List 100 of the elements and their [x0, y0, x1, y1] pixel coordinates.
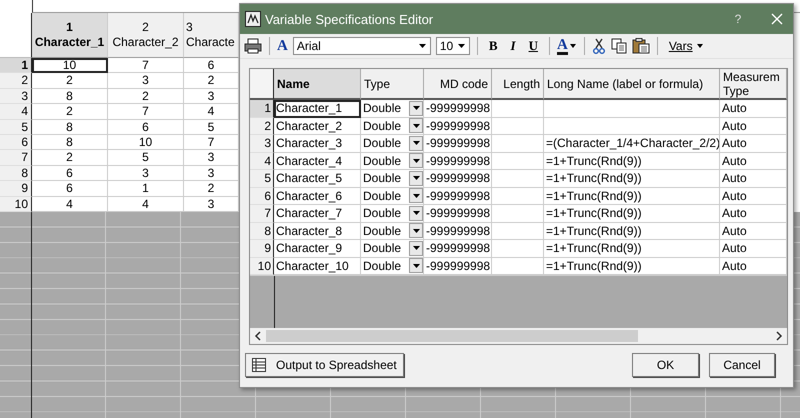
row-header[interactable]: 8 — [250, 222, 274, 240]
window-title: Variable Specifications Editor — [265, 12, 434, 26]
table-cell: Auto — [720, 170, 787, 188]
column-header[interactable]: Name — [274, 69, 361, 100]
table-cell[interactable]: 10 — [108, 134, 184, 150]
table-cell: Auto — [720, 100, 787, 118]
table-cell: Auto — [720, 188, 787, 205]
row-header[interactable]: 6 — [250, 188, 274, 205]
row-header[interactable]: 1 — [250, 100, 274, 118]
table-cell: =1+Trunc(Rnd(9)) — [544, 205, 720, 222]
type-value: Double — [363, 100, 402, 116]
dropdown-button[interactable] — [409, 136, 423, 151]
row-header[interactable]: 10 — [250, 258, 274, 275]
printer-icon[interactable] — [244, 38, 262, 54]
row-header[interactable]: 8 — [0, 166, 32, 182]
column-header[interactable]: Long Name (label or formula) — [544, 69, 720, 100]
column-header[interactable]: Measurem Type — [720, 69, 787, 100]
column-header[interactable]: Type — [361, 69, 424, 100]
empty-cell — [492, 222, 544, 240]
table-cell[interactable]: 2 — [32, 73, 108, 89]
table-cell: -999999998 — [424, 118, 492, 135]
table-cell: Auto — [720, 222, 787, 240]
column-header[interactable]: MD code — [424, 69, 492, 100]
row-header[interactable]: 9 — [250, 240, 274, 258]
row-header[interactable]: 2 — [0, 73, 32, 89]
table-cell[interactable]: Character_1 — [274, 100, 361, 118]
column-header[interactable]: 1 Character_1 — [32, 13, 108, 58]
table-cell[interactable]: Character_4 — [274, 152, 361, 170]
column-header[interactable]: 2 Character_2 — [108, 13, 184, 58]
row-header[interactable]: 3 — [0, 88, 32, 104]
table-cell[interactable]: 7 — [108, 58, 184, 74]
row-header[interactable]: 3 — [250, 135, 274, 152]
table-cell: =1+Trunc(Rnd(9)) — [544, 222, 720, 240]
row-header[interactable]: 1 — [0, 58, 32, 74]
caret-icon — [412, 245, 420, 252]
caret-icon — [570, 44, 577, 48]
table-cell[interactable]: 5 — [108, 150, 184, 166]
table-cell[interactable]: 2 — [32, 150, 108, 166]
dropdown-button[interactable] — [409, 153, 423, 168]
dropdown-button[interactable] — [409, 206, 423, 221]
table-cell[interactable]: 2 — [32, 104, 108, 120]
table-cell[interactable]: Character_7 — [274, 205, 361, 222]
table-cell[interactable]: 8 — [32, 134, 108, 150]
dropdown-button[interactable] — [409, 223, 423, 238]
table-cell[interactable]: 1 — [108, 181, 184, 197]
column-header[interactable]: 3 Characte — [184, 13, 239, 58]
table-cell[interactable]: 2 — [108, 88, 184, 104]
table-cell[interactable]: 8 — [32, 120, 108, 135]
table-cell: Auto — [720, 152, 787, 170]
dropdown-button[interactable] — [409, 100, 423, 116]
dropdown-button[interactable] — [409, 170, 423, 186]
cancel-button[interactable]: Cancel — [709, 353, 775, 377]
table-cell[interactable]: Character_8 — [274, 222, 361, 240]
row-header[interactable]: 7 — [0, 150, 32, 166]
underline-button[interactable]: U — [524, 38, 542, 54]
table-cell[interactable]: 6 — [32, 166, 108, 182]
dropdown-button[interactable] — [409, 258, 423, 274]
scissors-icon[interactable] — [592, 38, 606, 54]
table-cell[interactable]: Character_9 — [274, 240, 361, 258]
font-button[interactable]: A — [277, 38, 288, 54]
caret-icon — [412, 122, 420, 129]
scroll-thumb[interactable] — [266, 330, 638, 342]
column-header[interactable]: Length — [492, 69, 544, 100]
italic-button[interactable]: I — [506, 38, 520, 54]
row-header[interactable]: 2 — [250, 118, 274, 135]
row-header[interactable]: 10 — [0, 196, 32, 212]
table-cell[interactable]: 6 — [32, 181, 108, 197]
corner-header[interactable] — [250, 69, 274, 100]
table-cell[interactable]: Character_2 — [274, 118, 361, 135]
font-dropdown[interactable]: Arial — [292, 37, 431, 55]
horizontal-scrollbar[interactable] — [250, 328, 787, 344]
table-cell[interactable]: Character_5 — [274, 170, 361, 188]
size-dropdown[interactable]: 10 — [436, 37, 470, 55]
dropdown-button[interactable] — [409, 240, 423, 256]
close-icon[interactable] — [771, 13, 783, 25]
table-cell[interactable]: 3 — [108, 166, 184, 182]
row-header[interactable]: 6 — [0, 134, 32, 150]
bold-button[interactable]: B — [484, 38, 502, 54]
table-cell[interactable]: 3 — [108, 73, 184, 89]
dropdown-button[interactable] — [409, 118, 423, 134]
row-header[interactable]: 9 — [0, 181, 32, 197]
row-header[interactable]: 4 — [0, 104, 32, 120]
table-cell[interactable]: 6 — [108, 120, 184, 135]
row-header[interactable]: 5 — [250, 170, 274, 188]
table-cell[interactable]: Character_6 — [274, 188, 361, 205]
vars-menu[interactable]: Vars — [668, 39, 704, 53]
font-color-button[interactable]: A — [556, 38, 577, 54]
table-cell[interactable]: 8 — [32, 88, 108, 104]
copy-icon[interactable] — [610, 38, 627, 54]
paste-icon[interactable] — [632, 38, 650, 54]
row-header[interactable]: 4 — [250, 152, 274, 170]
output-button[interactable]: Output to Spreadsheet — [245, 353, 404, 377]
row-header[interactable]: 5 — [0, 120, 32, 135]
row-header[interactable]: 7 — [250, 205, 274, 222]
dropdown-button[interactable] — [409, 188, 423, 204]
table-cell[interactable]: Character_3 — [274, 135, 361, 152]
ok-button[interactable]: OK — [632, 353, 699, 377]
table-cell[interactable]: 7 — [108, 104, 184, 120]
caret-icon — [412, 105, 420, 112]
table-cell[interactable]: 10 — [32, 58, 108, 74]
